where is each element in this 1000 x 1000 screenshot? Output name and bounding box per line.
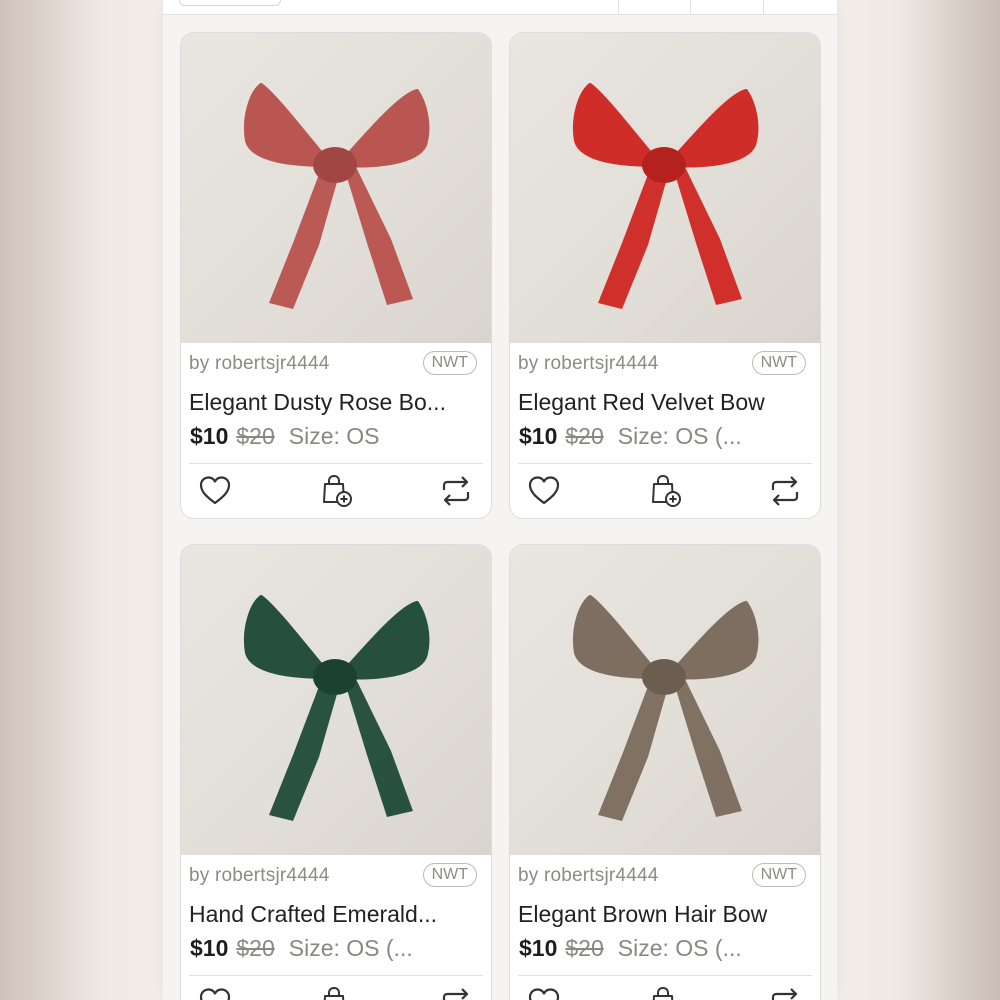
listing-card[interactable]: by robertsjr4444 NWT Elegant Red Velvet … [509, 32, 821, 519]
price: $10 [190, 935, 229, 961]
price: $10 [190, 423, 229, 449]
filter-bar [163, 0, 837, 15]
like-button[interactable] [526, 985, 562, 1000]
divider [518, 463, 812, 464]
bow-image [573, 83, 759, 309]
listing-card[interactable]: by robertsjr4444 NWT Elegant Dusty Rose … [180, 32, 492, 519]
listing-card[interactable]: by robertsjr4444 NWT Elegant Brown Hair … [509, 544, 821, 1000]
add-to-bundle-button[interactable] [647, 985, 683, 1000]
divider [690, 0, 691, 14]
shopping-bag-plus-icon [318, 474, 354, 513]
like-button[interactable] [197, 473, 233, 509]
filter-pill[interactable] [179, 0, 281, 6]
divider [189, 975, 483, 976]
add-to-bundle-button[interactable] [318, 473, 354, 509]
bow-image [244, 83, 430, 309]
price: $10 [519, 935, 558, 961]
bow-image [244, 595, 430, 821]
seller-name[interactable]: by robertsjr4444 [518, 865, 659, 887]
add-to-bundle-button[interactable] [318, 985, 354, 1000]
listing-photo[interactable] [181, 545, 491, 855]
listing-photo[interactable] [510, 545, 820, 855]
listing-title[interactable]: Elegant Brown Hair Bow [518, 901, 808, 928]
like-button[interactable] [197, 985, 233, 1000]
size-label: Size: OS [288, 423, 380, 449]
bow-image [573, 595, 759, 821]
listing-card[interactable]: by robertsjr4444 NWT Hand Crafted Emeral… [180, 544, 492, 1000]
share-repost-icon [438, 476, 474, 513]
listing-title[interactable]: Elegant Red Velvet Bow [518, 389, 808, 416]
original-price: $20 [236, 935, 275, 961]
price: $10 [519, 423, 558, 449]
condition-badge: NWT [422, 863, 477, 887]
listing-title[interactable]: Elegant Dusty Rose Bo... [189, 389, 479, 416]
heart-icon [197, 476, 233, 513]
size-label: Size: OS (... [288, 935, 413, 961]
listing-grid-screen: by robertsjr4444 NWT Elegant Dusty Rose … [163, 0, 837, 1000]
listing-photo[interactable] [510, 33, 820, 343]
condition-badge: NWT [751, 863, 806, 887]
share-button[interactable] [438, 473, 474, 509]
price-line: $10 $20 Size: OS (... [519, 935, 742, 962]
divider [763, 0, 764, 14]
seller-name[interactable]: by robertsjr4444 [518, 353, 659, 375]
size-label: Size: OS (... [617, 423, 742, 449]
shopping-bag-plus-icon [647, 474, 683, 513]
share-repost-icon [767, 476, 803, 513]
condition-badge: NWT [751, 351, 806, 375]
divider [518, 975, 812, 976]
price-line: $10 $20 Size: OS (... [519, 423, 742, 450]
divider [618, 0, 619, 14]
share-button[interactable] [438, 985, 474, 1000]
seller-name[interactable]: by robertsjr4444 [189, 865, 330, 887]
share-button[interactable] [767, 473, 803, 509]
price-line: $10 $20 Size: OS (... [190, 935, 413, 962]
original-price: $20 [565, 423, 604, 449]
listing-title[interactable]: Hand Crafted Emerald... [189, 901, 479, 928]
add-to-bundle-button[interactable] [647, 473, 683, 509]
size-label: Size: OS (... [617, 935, 742, 961]
original-price: $20 [565, 935, 604, 961]
heart-icon [526, 476, 562, 513]
price-line: $10 $20 Size: OS [190, 423, 380, 450]
seller-name[interactable]: by robertsjr4444 [189, 353, 330, 375]
divider [189, 463, 483, 464]
listing-photo[interactable] [181, 33, 491, 343]
share-button[interactable] [767, 985, 803, 1000]
original-price: $20 [236, 423, 275, 449]
like-button[interactable] [526, 473, 562, 509]
condition-badge: NWT [422, 351, 477, 375]
